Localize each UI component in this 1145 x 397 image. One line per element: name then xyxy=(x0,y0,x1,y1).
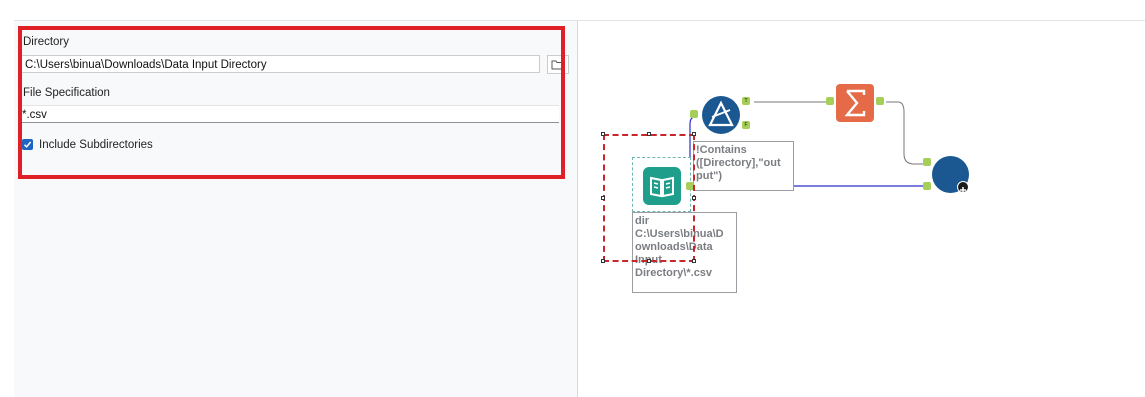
plus-icon[interactable] xyxy=(957,181,969,193)
union-input-port[interactable] xyxy=(923,182,931,190)
top-toolbar-strip xyxy=(0,0,1145,20)
directory-label: Directory xyxy=(23,36,70,48)
selection-handle[interactable] xyxy=(601,196,605,200)
directory-output-port[interactable] xyxy=(686,182,694,190)
file-spec-label: File Specification xyxy=(23,87,110,99)
plus-glyph xyxy=(960,187,966,193)
summarize-tool-icon xyxy=(844,89,866,117)
selection-handle[interactable] xyxy=(692,132,696,136)
include-subdirectories-checkbox[interactable] xyxy=(22,139,33,150)
directory-tool-icon xyxy=(650,176,674,198)
summarize-tool[interactable] xyxy=(836,84,874,122)
browse-directory-button[interactable] xyxy=(547,55,569,74)
summarize-input-port[interactable] xyxy=(826,97,834,105)
selection-handle[interactable] xyxy=(647,132,651,136)
selection-handle[interactable] xyxy=(692,259,696,263)
directory-tool[interactable] xyxy=(643,167,681,205)
directory-input[interactable]: C:\Users\binua\Downloads\Data Input Dire… xyxy=(19,55,540,73)
filter-true-port[interactable]: T xyxy=(742,97,750,105)
selection-handle[interactable] xyxy=(692,196,696,200)
directory-annotation: dir C:\Users\binua\D ownloads\Data Input… xyxy=(632,212,737,293)
folder-browse-icon xyxy=(551,60,565,70)
filter-input-port[interactable] xyxy=(690,110,698,118)
union-input-port[interactable] xyxy=(923,158,931,166)
filter-false-port[interactable]: F xyxy=(742,121,750,129)
filter-tool[interactable] xyxy=(702,96,740,134)
selection-handle[interactable] xyxy=(601,132,605,136)
selection-handle[interactable] xyxy=(601,259,605,263)
summarize-output-port[interactable] xyxy=(876,97,884,105)
filter-tool-icon xyxy=(708,100,734,127)
file-spec-input[interactable]: *.csv xyxy=(19,105,559,123)
checkmark-icon xyxy=(23,141,32,148)
filter-annotation: !Contains ([Directory],"out put") xyxy=(693,141,794,191)
include-subdirectories-label: Include Subdirectories xyxy=(39,139,153,151)
summarize-to-union-connector xyxy=(886,101,923,165)
panel-left-gutter xyxy=(0,20,14,396)
configuration-panel xyxy=(14,20,578,397)
selection-handle[interactable] xyxy=(647,259,651,263)
